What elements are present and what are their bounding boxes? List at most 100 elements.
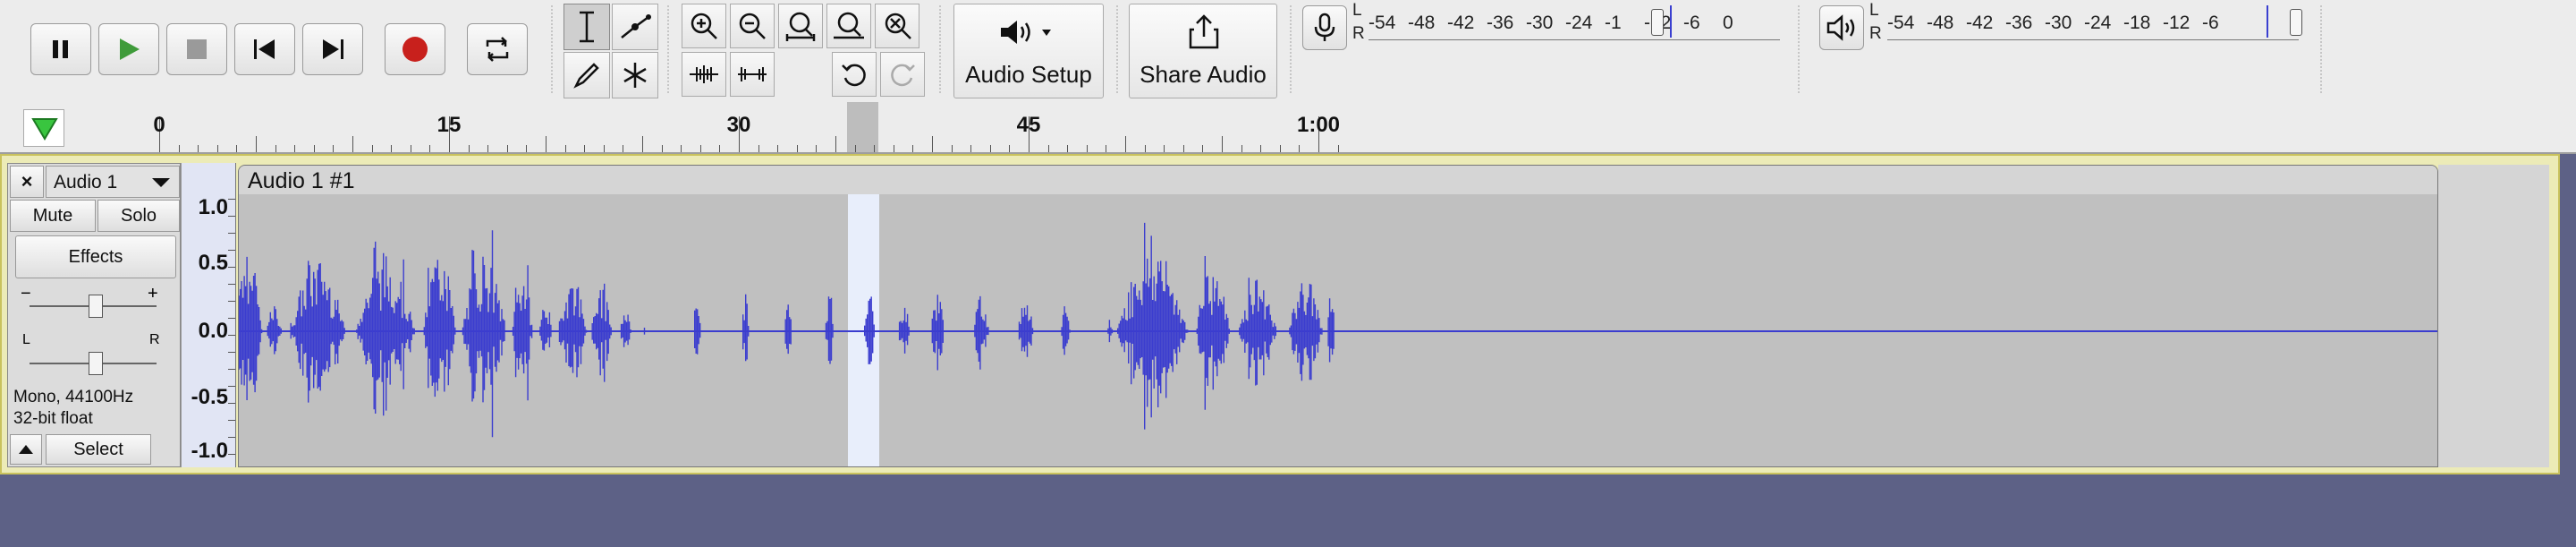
draw-tool[interactable]	[564, 52, 610, 98]
meter-scale-label: -12	[2163, 13, 2190, 33]
waveform[interactable]	[239, 194, 2438, 467]
ruler-tick	[198, 145, 199, 152]
amplitude-tick	[228, 335, 235, 336]
empty-track-space[interactable]	[2438, 165, 2549, 467]
amplitude-tick	[228, 233, 235, 234]
amplitude-tick	[228, 437, 235, 438]
toolbar: Audio Setup Share Audio L R -54 -48 -42 -36…	[0, 0, 2576, 103]
waveform-burst	[1239, 278, 1276, 386]
ruler-tick	[371, 145, 373, 152]
amplitude-tick	[228, 420, 235, 421]
record-button[interactable]	[385, 23, 445, 75]
ruler-tick	[1182, 145, 1184, 152]
ruler-tick	[796, 145, 798, 152]
pan-right-label: R	[149, 332, 160, 347]
ruler-tick	[854, 145, 856, 152]
ruler-tick	[216, 145, 218, 152]
record-meter-right-label: R	[1352, 24, 1365, 43]
redo-button[interactable]	[880, 52, 925, 97]
zoom-in-button[interactable]	[682, 4, 726, 48]
ruler-tick	[352, 136, 353, 152]
ruler-tick	[294, 145, 296, 152]
playback-meter[interactable]: -54 -48 -42 -36 -30 -24 -18 -12 -6	[1887, 4, 2308, 43]
trim-outside-button[interactable]	[682, 52, 726, 97]
collapse-track-button[interactable]	[10, 434, 42, 465]
ruler-tick	[313, 145, 315, 152]
multi-tool[interactable]	[612, 52, 658, 98]
envelope-tool[interactable]	[612, 4, 658, 50]
record-level-slider[interactable]	[1651, 9, 1664, 36]
play-button[interactable]	[98, 23, 159, 75]
audio-clip[interactable]: Audio 1 #1	[238, 165, 2438, 467]
meter-scale-label: -36	[2005, 13, 2033, 33]
playback-meter-button[interactable]	[1819, 5, 1864, 50]
skip-to-start-button[interactable]	[234, 23, 295, 75]
ruler-tick	[816, 145, 818, 152]
ruler-tick	[275, 145, 276, 152]
play-icon	[120, 38, 140, 60]
timeline-ruler[interactable]: 0 15 30 45 1:00	[0, 102, 2576, 154]
selection-tool[interactable]	[564, 4, 610, 50]
amplitude-tick	[228, 284, 235, 285]
undo-icon	[842, 64, 866, 87]
speaker-icon	[1001, 21, 1051, 44]
silence-selection-button[interactable]	[730, 52, 775, 97]
waveform-burst	[462, 230, 507, 438]
audio-setup-button[interactable]: Audio Setup	[953, 4, 1104, 98]
skip-to-end-button[interactable]	[302, 23, 363, 75]
select-track-button[interactable]: Select	[46, 434, 151, 465]
meter-scale-label: -6	[2202, 13, 2219, 33]
track-menu-button[interactable]: Audio 1	[46, 166, 180, 198]
undo-button[interactable]	[832, 52, 877, 97]
amplitude-ruler[interactable]: 1.0 0.5 0.0 -0.5 -1.0	[181, 163, 236, 467]
waveform-burst	[239, 256, 263, 400]
fit-project-button[interactable]	[826, 4, 871, 48]
ruler-tick	[758, 145, 759, 152]
pan-slider-handle[interactable]	[89, 352, 103, 375]
ruler-tick	[1086, 145, 1088, 152]
zoom-out-button[interactable]	[730, 4, 775, 48]
mute-button[interactable]: Mute	[10, 200, 96, 232]
fit-selection-button[interactable]	[778, 4, 823, 48]
fit-project-icon	[834, 12, 864, 39]
playback-peak-marker	[2267, 5, 2268, 38]
amplitude-tick	[228, 216, 235, 217]
playback-level-slider[interactable]	[2290, 9, 2302, 36]
waveform-burst	[1117, 222, 1189, 430]
amplitude-tick	[228, 369, 235, 370]
trim-outside-icon	[690, 65, 718, 83]
meter-baseline	[1368, 39, 1780, 40]
ruler-time-label: 45	[1016, 113, 1041, 137]
ruler-tick	[506, 145, 508, 152]
waveform-burst	[423, 260, 456, 397]
close-track-button[interactable]: ×	[10, 166, 44, 198]
ruler-tick	[699, 145, 701, 152]
meter-scale-label: -1	[1605, 13, 1622, 33]
ruler-tick	[468, 145, 470, 152]
record-meter-button[interactable]	[1302, 5, 1347, 50]
effects-button[interactable]: Effects	[15, 235, 176, 278]
play-head-button[interactable]	[23, 109, 64, 147]
amplitude-label: 0.5	[198, 251, 228, 275]
share-audio-button[interactable]: Share Audio	[1129, 4, 1277, 98]
gain-slider-handle[interactable]	[89, 295, 103, 318]
loop-button[interactable]	[467, 23, 528, 75]
record-meter[interactable]: -54-48-42-36-30-24-1-12-60	[1368, 4, 1789, 43]
fit-selection-icon	[785, 12, 816, 41]
ruler-tick	[1202, 145, 1204, 152]
ruler-tick	[1009, 145, 1011, 152]
ruler-tick	[642, 136, 643, 152]
stop-button[interactable]	[166, 23, 227, 75]
solo-button[interactable]: Solo	[97, 200, 180, 232]
meter-scale-label: -30	[1526, 13, 1554, 33]
zoom-toggle-icon	[885, 13, 911, 39]
gain-minus-label: −	[21, 284, 31, 303]
ruler-tick	[178, 145, 180, 152]
ruler-tick	[1337, 145, 1339, 152]
pause-button[interactable]	[30, 23, 91, 75]
amplitude-label: 1.0	[198, 195, 228, 219]
meter-scale-label: -6	[1683, 13, 1700, 33]
clip-header[interactable]: Audio 1 #1	[239, 166, 2437, 194]
zoom-toggle-button[interactable]	[875, 4, 919, 48]
record-meter-left-label: L	[1352, 1, 1362, 20]
